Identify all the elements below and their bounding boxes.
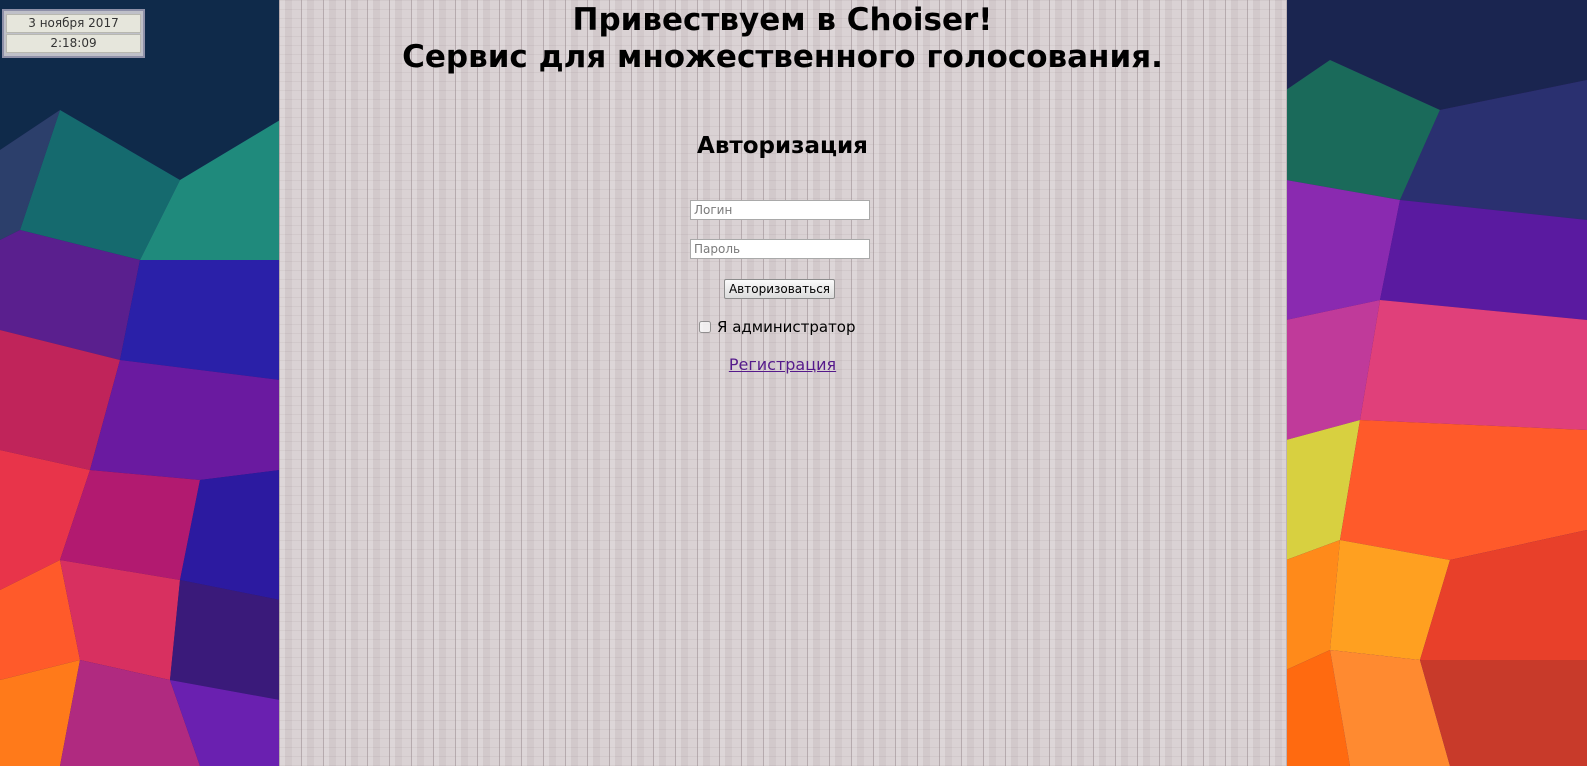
page-title-line1: Привествуем в Choiser! bbox=[572, 2, 993, 38]
page-title: Привествуем в Choiser! Сервис для множес… bbox=[279, 2, 1286, 76]
auth-heading: Авторизация bbox=[697, 133, 868, 159]
register-link-container: Регистрация bbox=[279, 354, 1286, 376]
register-link[interactable]: Регистрация bbox=[729, 355, 836, 374]
main-panel: Привествуем в Choiser! Сервис для множес… bbox=[279, 0, 1287, 766]
clock-time: 2:18:09 bbox=[6, 34, 141, 53]
clock-date: 3 ноября 2017 bbox=[6, 14, 141, 33]
admin-checkbox-row[interactable]: Я администратор bbox=[699, 317, 856, 337]
admin-checkbox-label: Я администратор bbox=[717, 318, 856, 336]
authorize-button[interactable]: Авторизоваться bbox=[724, 279, 835, 299]
login-input[interactable] bbox=[690, 200, 870, 220]
password-input[interactable] bbox=[690, 239, 870, 259]
clock-widget: 3 ноября 2017 2:18:09 bbox=[2, 9, 145, 58]
page-title-line2: Сервис для множественного голосования. bbox=[402, 39, 1163, 75]
admin-checkbox[interactable] bbox=[699, 321, 711, 333]
